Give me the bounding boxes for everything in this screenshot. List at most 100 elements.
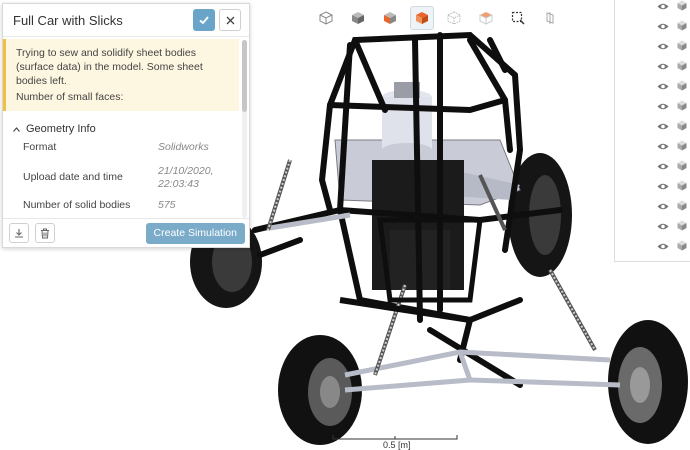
visibility-row[interactable] bbox=[615, 135, 690, 155]
cube-wire-icon[interactable] bbox=[442, 6, 466, 30]
visibility-row[interactable] bbox=[615, 155, 690, 175]
section-title: Geometry Info bbox=[26, 123, 96, 135]
visibility-row[interactable] bbox=[615, 195, 690, 215]
eye-icon bbox=[657, 243, 669, 250]
cube-icon bbox=[677, 0, 687, 11]
body-item bbox=[677, 78, 687, 96]
download-icon bbox=[15, 229, 23, 238]
info-row-upload: Upload date and time 21/10/2020, 22:03:4… bbox=[3, 165, 239, 191]
eye-icon bbox=[657, 43, 669, 50]
cube-icon bbox=[677, 160, 687, 171]
visibility-row[interactable] bbox=[615, 115, 690, 135]
panel-title: Full Car with Slicks bbox=[13, 12, 123, 28]
eye-icon bbox=[657, 3, 669, 10]
geometry-panel: Full Car with Slicks Trying to sew and s… bbox=[2, 3, 250, 248]
visibility-row[interactable] bbox=[615, 215, 690, 235]
body-item bbox=[677, 178, 687, 196]
warning-text: Trying to sew and solidify sheet bodies … bbox=[16, 47, 203, 87]
cube-front-icon[interactable] bbox=[378, 6, 402, 30]
scrollbar-thumb[interactable] bbox=[242, 40, 247, 112]
eye-icon bbox=[657, 163, 669, 170]
cube-icon bbox=[677, 120, 687, 131]
info-row-solid-bodies: Number of solid bodies 575 bbox=[3, 199, 239, 215]
eye-icon bbox=[657, 123, 669, 130]
visibility-row[interactable] bbox=[615, 95, 690, 115]
eye-icon bbox=[657, 183, 669, 190]
cube-top-icon[interactable] bbox=[474, 6, 498, 30]
visibility-row[interactable] bbox=[615, 175, 690, 195]
toggle-visibility[interactable] bbox=[657, 38, 669, 56]
info-key: Format bbox=[23, 141, 57, 153]
toggle-visibility[interactable] bbox=[657, 18, 669, 36]
info-value: 575 bbox=[158, 199, 176, 211]
tire-front-right bbox=[608, 320, 688, 444]
download-button[interactable] bbox=[9, 223, 29, 243]
close-button[interactable] bbox=[219, 9, 241, 31]
cube-icon bbox=[677, 180, 687, 191]
toggle-visibility[interactable] bbox=[657, 58, 669, 76]
cube-icon bbox=[677, 20, 687, 31]
body-item bbox=[677, 118, 687, 136]
visibility-row[interactable] bbox=[615, 235, 690, 255]
toggle-visibility[interactable] bbox=[657, 218, 669, 236]
confirm-button[interactable] bbox=[193, 9, 215, 31]
body-item bbox=[677, 238, 687, 256]
section-icon[interactable] bbox=[538, 6, 562, 30]
toggle-visibility[interactable] bbox=[657, 158, 669, 176]
body-item bbox=[677, 58, 687, 76]
cube-iso-icon[interactable] bbox=[410, 6, 434, 30]
body-item bbox=[677, 138, 687, 156]
body-item bbox=[677, 0, 687, 16]
cube-icon bbox=[677, 140, 687, 151]
delete-button[interactable] bbox=[35, 223, 55, 243]
body-item bbox=[677, 158, 687, 176]
eye-icon bbox=[657, 143, 669, 150]
visibility-row[interactable] bbox=[615, 0, 690, 15]
panel-footer: Create Simulation bbox=[3, 218, 249, 247]
toggle-visibility[interactable] bbox=[657, 258, 669, 261]
trash-icon bbox=[41, 228, 49, 238]
panel-header: Full Car with Slicks bbox=[3, 4, 249, 37]
toggle-visibility[interactable] bbox=[657, 78, 669, 96]
info-value: Solidworks bbox=[158, 141, 209, 153]
create-simulation-button[interactable]: Create Simulation bbox=[145, 222, 245, 244]
toggle-visibility[interactable] bbox=[657, 138, 669, 156]
geometry-info-header[interactable]: Geometry Info bbox=[13, 123, 239, 135]
eye-icon bbox=[657, 63, 669, 70]
eye-icon bbox=[657, 103, 669, 110]
panel-scrollbar[interactable] bbox=[242, 40, 247, 218]
toggle-visibility[interactable] bbox=[657, 0, 669, 16]
toggle-visibility[interactable] bbox=[657, 98, 669, 116]
warning-subtext: Number of small faces: bbox=[16, 91, 124, 103]
visibility-row[interactable] bbox=[615, 35, 690, 55]
toggle-visibility[interactable] bbox=[657, 118, 669, 136]
cube-icon bbox=[677, 80, 687, 91]
warning-box: Trying to sew and solidify sheet bodies … bbox=[3, 39, 239, 111]
cube-outline-icon[interactable] bbox=[314, 6, 338, 30]
visibility-row[interactable] bbox=[615, 55, 690, 75]
eye-icon bbox=[657, 83, 669, 90]
box-select-icon[interactable] bbox=[506, 6, 530, 30]
toggle-visibility[interactable] bbox=[657, 178, 669, 196]
visibility-panel bbox=[614, 0, 690, 262]
toggle-visibility[interactable] bbox=[657, 198, 669, 216]
view-toolbar bbox=[314, 6, 570, 30]
cube-icon bbox=[681, 260, 683, 261]
body-item bbox=[677, 98, 687, 116]
visibility-row[interactable] bbox=[615, 75, 690, 95]
cube-shaded-icon[interactable] bbox=[346, 6, 370, 30]
info-row-format: Format Solidworks bbox=[3, 141, 239, 157]
visibility-row[interactable] bbox=[615, 15, 690, 35]
cube-icon bbox=[677, 40, 687, 51]
body-item bbox=[677, 18, 687, 36]
cube-icon bbox=[677, 60, 687, 71]
cube-icon bbox=[677, 220, 687, 231]
toggle-visibility[interactable] bbox=[657, 238, 669, 256]
info-value: 21/10/2020, 22:03:43 bbox=[158, 165, 214, 190]
visibility-row[interactable] bbox=[615, 255, 690, 261]
body-item bbox=[677, 38, 687, 56]
eye-icon bbox=[657, 203, 669, 210]
cube-icon bbox=[677, 240, 687, 251]
panel-body: Trying to sew and solidify sheet bodies … bbox=[3, 37, 239, 220]
eye-icon bbox=[657, 23, 669, 30]
